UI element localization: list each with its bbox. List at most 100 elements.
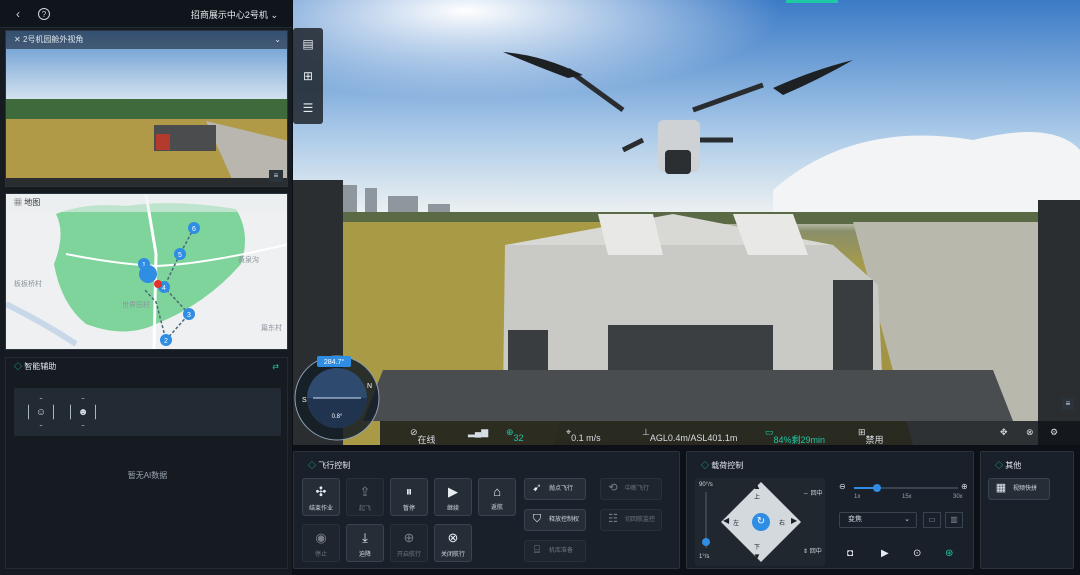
switch-monitor-button[interactable]: ☷ 切回航监控	[600, 509, 662, 531]
close-circle-icon[interactable]: ⊗	[1026, 427, 1034, 438]
waypoint-3[interactable]: 3	[187, 312, 191, 319]
speed-readout: ⌖ 0.1 m/s	[566, 427, 601, 443]
settings-icon[interactable]: ⚙	[1050, 427, 1058, 438]
network-icon[interactable]: ⊞	[293, 60, 323, 92]
dir-label-right: 右	[779, 521, 786, 527]
video-record-icon[interactable]: ▶	[881, 548, 889, 559]
gimbal-down-button[interactable]: ▼	[753, 552, 761, 561]
pause-button[interactable]: ⏸ 暂停	[390, 478, 428, 516]
reset-vertical-button[interactable]: ⇕ 回中	[803, 546, 823, 555]
waypoint-4[interactable]: 4	[162, 285, 166, 292]
map-icon: ▦	[14, 198, 22, 207]
camera-icon[interactable]: ◘	[847, 548, 853, 559]
map-canvas[interactable]: 6 5 4 3 2 1 黄泉沟 板板桥村 世界田村 篇东村	[6, 194, 288, 350]
crosshair-icon: ⊕	[403, 530, 415, 545]
main-video-feed[interactable]: 284.7° 0.8° S N	[293, 0, 1080, 445]
stop-button[interactable]: ◉ 停止	[302, 524, 340, 562]
zoom-out-icon[interactable]: ⊖	[839, 482, 846, 491]
menu-icon[interactable]: ≡	[269, 170, 283, 182]
shield-icon: ⛉	[532, 513, 542, 525]
drone-icon: ✕	[14, 35, 21, 44]
face-detect-icon[interactable]: ☺	[28, 398, 54, 426]
target-lock-icon[interactable]: ⊛	[945, 548, 953, 559]
zoom-mid-label: 15x	[902, 494, 912, 500]
resume-button[interactable]: ▶ 继续	[434, 478, 472, 516]
status-bar: ⊘ 在线 ▂▄▆ ⊕ 32 ⌖ 0.1 m/s ⊥ AGL0.4m/ASL401…	[380, 421, 1080, 445]
takeoff-button[interactable]: ⇪ 起飞	[346, 478, 384, 516]
waypoint-5[interactable]: 5	[178, 252, 182, 259]
end-task-button[interactable]: ✣ 结束作业	[302, 478, 340, 516]
link-status: ⊘ 在线	[410, 427, 436, 445]
zoom-min-label: 1x	[854, 494, 861, 500]
waypoint-6[interactable]: 6	[192, 226, 196, 233]
speed-max-label: 90°/s	[699, 482, 713, 488]
other-panel: ◇ 其他 ▦ 视频快拼	[980, 451, 1074, 569]
return-home-icon: ⌂	[493, 484, 501, 499]
dir-label-left: 左	[733, 521, 740, 527]
report-icon[interactable]: ▤	[293, 28, 323, 60]
return-home-button[interactable]: ⌂ 返航	[478, 478, 516, 516]
gimbal-right-button[interactable]: ▶	[791, 516, 797, 525]
active-indicator	[786, 0, 838, 3]
menu-icon[interactable]: ≡	[1062, 398, 1074, 410]
swap-icon[interactable]: ⇄	[272, 358, 279, 376]
chevron-down-icon[interactable]: ⌄	[274, 31, 281, 49]
drone-scene	[293, 0, 1080, 445]
gimbal-reset-icon[interactable]: ↻	[752, 513, 770, 531]
takeoff-icon: ⇪	[359, 484, 371, 499]
empty-ai-text: 暂无AI数据	[127, 471, 168, 480]
crosshair-off-icon: ⊗	[447, 530, 459, 545]
altitude-readout: ⊥ AGL0.4m/ASL401.1m	[642, 427, 738, 443]
zoom-in-icon[interactable]: ⊕	[961, 482, 968, 491]
signal-icon: ▂▄▆	[468, 427, 489, 437]
speed-slider-thumb[interactable]	[702, 538, 710, 546]
drone-position-icon	[139, 265, 157, 283]
lens-select[interactable]: 变焦 ⌄	[839, 512, 917, 528]
cabin-camera-header[interactable]: ✕ 2号机园舱外视角 ⌄	[6, 31, 287, 49]
list-icon[interactable]: ☰	[293, 92, 323, 124]
image-icon[interactable]: ▭	[923, 512, 941, 528]
pitch-readout: 0.8°	[332, 414, 343, 420]
gimbal-left-button[interactable]: ◀	[723, 516, 729, 525]
ai-tools-bar: ☺ ☻	[14, 388, 281, 436]
release-control-button[interactable]: ⛉ 释放控制权	[524, 509, 586, 531]
left-sidebar: ‹ ? 招商展示中心2号机 ⌄ ✕ 2号机园舱外视角 ⌄ ≡ 6 5 4 3 2…	[0, 0, 292, 575]
payload-control-title: ◇ 载荷控制	[701, 461, 744, 470]
satellite-count: ⊕ 32	[506, 427, 524, 443]
compass-letter: S	[302, 397, 307, 404]
help-icon[interactable]: ?	[38, 8, 50, 20]
waypoint-2[interactable]: 2	[164, 338, 168, 345]
target-icon[interactable]: ✥	[1000, 427, 1008, 438]
heading-readout: 284.7°	[324, 358, 345, 366]
zoom-slider-thumb[interactable]	[872, 484, 881, 492]
cabin-camera-panel: ✕ 2号机园舱外视角 ⌄ ≡	[5, 30, 288, 187]
start-route-button[interactable]: ⊕ 开启航行	[390, 524, 428, 562]
drone-icon: ✣	[315, 484, 327, 499]
map-header: ▦ 地图	[6, 194, 287, 212]
video-snapshot-button[interactable]: ▦ 视频快拼	[988, 478, 1050, 500]
map-panel[interactable]: 6 5 4 3 2 1 黄泉沟 板板桥村 世界田村 篇东村 ▦ 地图	[5, 193, 288, 350]
gimbal-up-button[interactable]: ▲	[753, 482, 761, 491]
forced-landing-button[interactable]: ⤓ 迫降	[346, 524, 384, 562]
diamond-icon: ◇	[14, 362, 22, 371]
stop-route-button[interactable]: ⊗ 关闭航行	[434, 524, 472, 562]
crowd-detect-icon[interactable]: ☻	[70, 398, 96, 426]
compass-letter: N	[367, 383, 372, 390]
device-selector[interactable]: 招商展示中心2号机 ⌄	[191, 8, 278, 21]
hangar-prepare-button[interactable]: ⌸ 机库准备	[524, 540, 586, 562]
reset-horizontal-button[interactable]: ⇔ 回中	[803, 488, 823, 497]
focus-icon[interactable]: ⊙	[913, 548, 921, 559]
map-label: 世界田村	[122, 300, 150, 309]
zoom-slider[interactable]	[854, 487, 958, 489]
chevron-down-icon: ⌄	[270, 10, 278, 20]
interrupt-icon: ⟲	[608, 482, 618, 494]
chevron-left-icon[interactable]: ‹	[10, 6, 26, 22]
map-label: 篇东村	[261, 323, 282, 332]
video-toolstrip: ▤ ⊞ ☰	[293, 28, 323, 124]
cabin-camera-feed	[6, 31, 287, 186]
point-flight-button[interactable]: ➹ 抛点飞行	[524, 478, 586, 500]
assist-header: ◇ 智能辅助 ⇄	[6, 358, 287, 376]
split-icon[interactable]: ▥	[945, 512, 963, 528]
dock-marker-icon	[154, 280, 162, 288]
interrupt-flight-button[interactable]: ⟲ 中断飞行	[600, 478, 662, 500]
